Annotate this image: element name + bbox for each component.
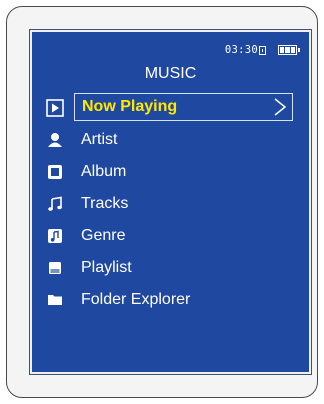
lock-icon <box>259 45 266 55</box>
media-player-device: 03:30 MUSIC Now Playing Artist Album Tra… <box>6 6 318 398</box>
menu-item-label: Artist <box>81 131 118 148</box>
battery-icon <box>278 45 300 55</box>
menu-item-tracks[interactable]: Tracks <box>32 188 309 220</box>
menu-item-label: Tracks <box>81 195 129 212</box>
menu-item-label: Folder Explorer <box>81 291 191 308</box>
menu-item-now-playing[interactable]: Now Playing <box>32 92 309 124</box>
person-icon <box>46 131 64 149</box>
playlist-icon <box>46 259 64 277</box>
player-screen: 03:30 MUSIC Now Playing Artist Album Tra… <box>29 29 312 375</box>
menu-item-genre[interactable]: Genre <box>32 220 309 252</box>
menu-item-artist[interactable]: Artist <box>32 124 309 156</box>
menu-item-label: Album <box>81 163 127 180</box>
menu-item-playlist[interactable]: Playlist <box>32 252 309 284</box>
menu-item-folder-explorer[interactable]: Folder Explorer <box>32 284 309 316</box>
play-icon <box>46 99 64 117</box>
menu-item-label: Genre <box>81 227 126 244</box>
album-icon <box>46 163 64 181</box>
genre-icon <box>46 227 64 245</box>
menu-item-label: Playlist <box>81 259 132 276</box>
music-menu: Now Playing Artist Album Tracks Genre Pl… <box>32 92 309 316</box>
music-note-icon <box>46 195 64 213</box>
folder-icon <box>46 291 64 309</box>
menu-item-label: Now Playing <box>74 93 293 121</box>
clock-time: 03:30 <box>224 44 258 56</box>
menu-item-album[interactable]: Album <box>32 156 309 188</box>
chevron-right-icon <box>274 98 287 116</box>
status-bar: 03:30 <box>225 42 300 58</box>
screen-title: MUSIC <box>144 65 197 82</box>
clock: 03:30 <box>225 44 266 56</box>
